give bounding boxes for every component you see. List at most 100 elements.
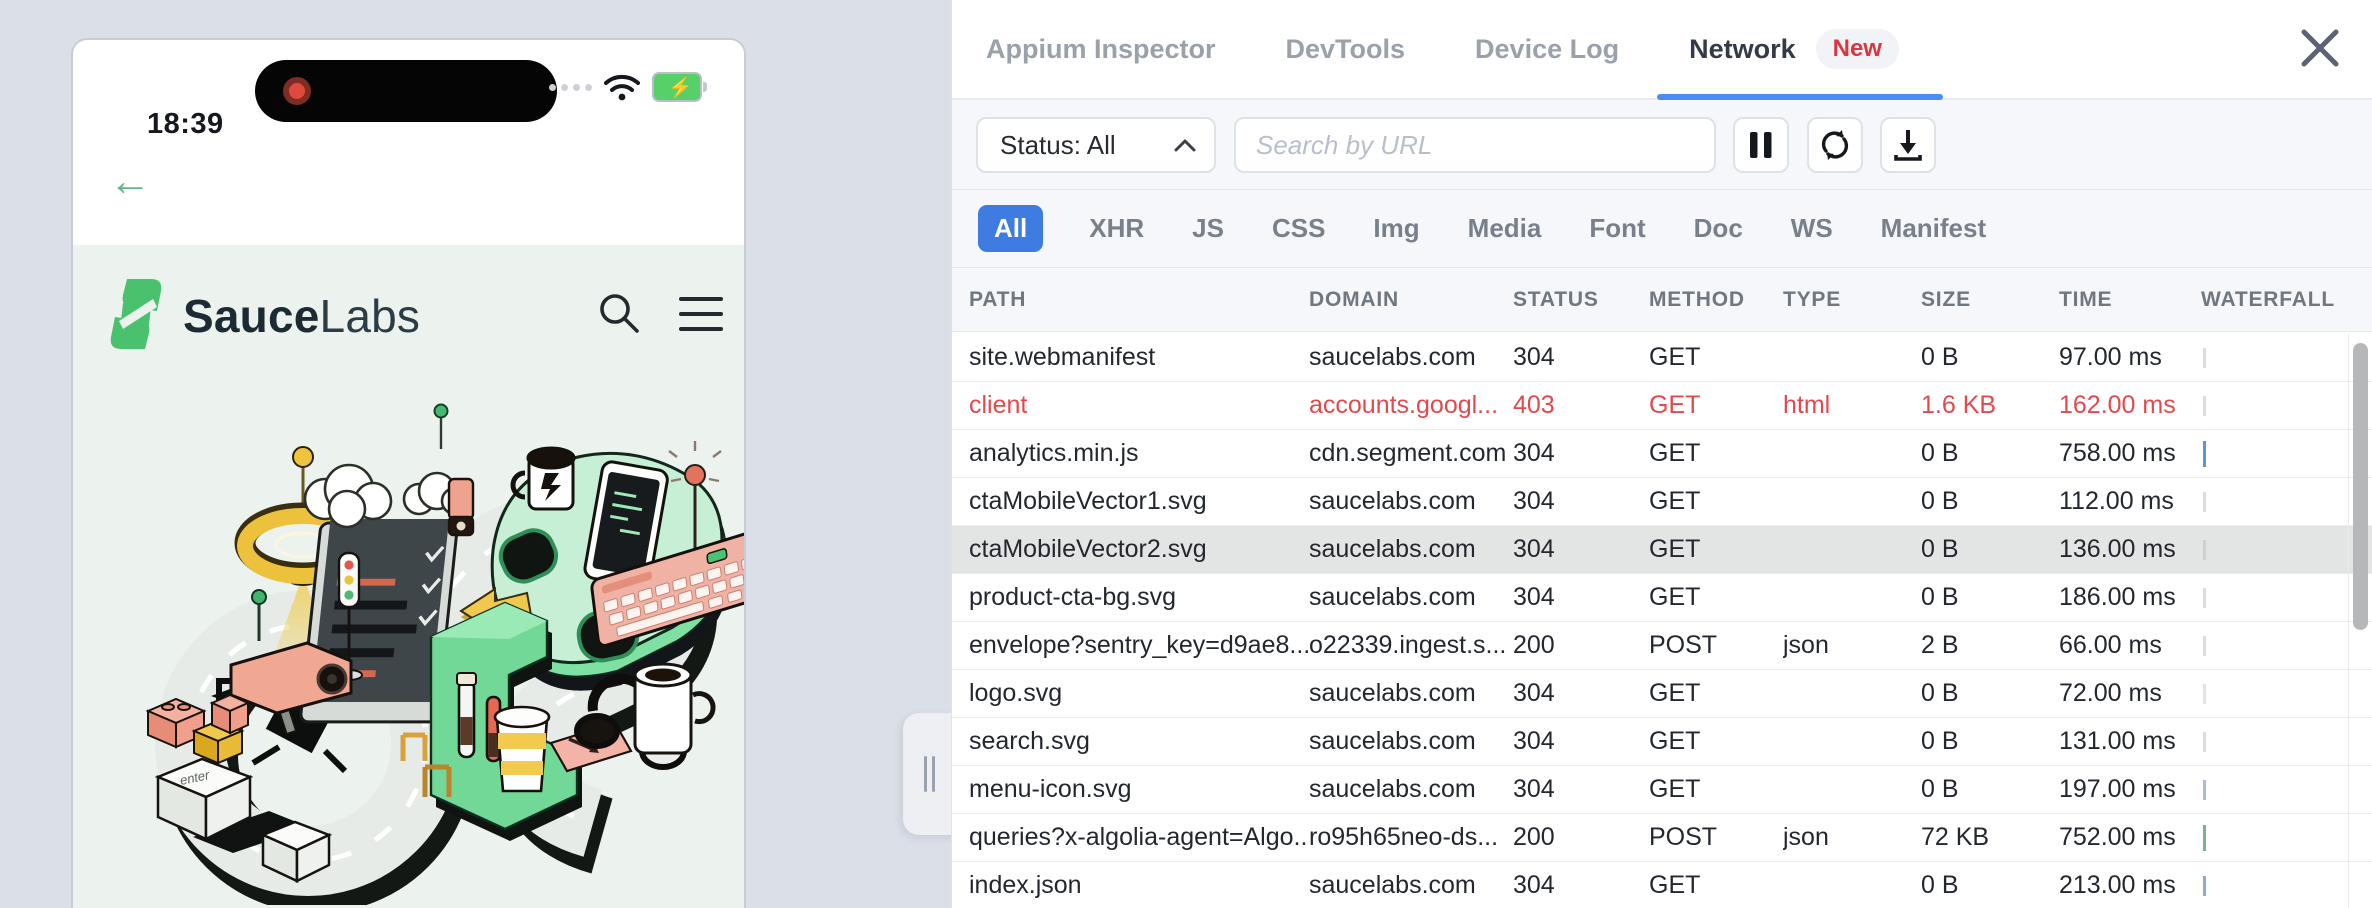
cell-type	[1783, 478, 1921, 525]
type-filter[interactable]: XHR	[1087, 205, 1146, 252]
hamburger-menu-icon[interactable]	[679, 297, 723, 331]
type-filter[interactable]: JS	[1190, 205, 1226, 252]
cell-method: GET	[1649, 718, 1783, 765]
table-row[interactable]: logo.svg saucelabs.com 304 GET 0 B 72.00…	[952, 670, 2372, 718]
cell-type	[1783, 766, 1921, 813]
cell-size: 0 B	[1921, 766, 2059, 813]
phone-screen[interactable]: 18:39 ⚡ ←	[71, 38, 746, 908]
cell-path: client	[969, 382, 1309, 429]
devtools-tab[interactable]: Appium Inspector	[986, 0, 1216, 98]
cell-time: 112.00 ms	[2059, 478, 2201, 525]
waterfall-tick	[2203, 732, 2206, 752]
status-filter-dropdown[interactable]: Status: All	[976, 117, 1216, 173]
table-row[interactable]: ctaMobileVector2.svg saucelabs.com 304 G…	[952, 526, 2372, 574]
back-arrow-icon[interactable]: ←	[109, 160, 151, 202]
waterfall-tick	[2203, 441, 2206, 467]
type-filter[interactable]: CSS	[1270, 205, 1327, 252]
cell-status: 304	[1513, 430, 1649, 477]
new-badge: New	[1816, 29, 1899, 69]
panel-resize-handle[interactable]	[903, 713, 957, 835]
cell-path: queries?x-algolia-agent=Algo...	[969, 814, 1309, 861]
cell-size: 0 B	[1921, 862, 2059, 908]
cell-status: 200	[1513, 814, 1649, 861]
cell-time: 197.00 ms	[2059, 766, 2201, 813]
waterfall-tick	[2203, 492, 2206, 512]
table-row[interactable]: product-cta-bg.svg saucelabs.com 304 GET…	[952, 574, 2372, 622]
type-filter[interactable]: All	[978, 205, 1043, 252]
download-button[interactable]	[1880, 117, 1936, 173]
pause-button[interactable]	[1733, 117, 1789, 173]
type-filter[interactable]: Img	[1371, 205, 1421, 252]
type-filter[interactable]: Font	[1587, 205, 1647, 252]
table-row[interactable]: search.svg saucelabs.com 304 GET 0 B 131…	[952, 718, 2372, 766]
table-row[interactable]: menu-icon.svg saucelabs.com 304 GET 0 B …	[952, 766, 2372, 814]
phone-status-bar: 18:39 ⚡	[73, 40, 744, 160]
table-row[interactable]: envelope?sentry_key=d9ae8... o22339.inge…	[952, 622, 2372, 670]
chevron-up-icon	[1174, 139, 1196, 152]
search-icon[interactable]	[597, 291, 641, 335]
devtools-tab[interactable]: Network New	[1689, 0, 1899, 98]
url-search-input[interactable]	[1234, 117, 1716, 173]
column-header[interactable]: TYPE	[1783, 288, 1921, 312]
cell-method: GET	[1649, 574, 1783, 621]
column-header[interactable]: TIME	[2059, 288, 2201, 312]
cell-type	[1783, 526, 1921, 573]
devtools-panel: Appium Inspector DevTools Device Log Net…	[951, 0, 2372, 908]
refresh-icon	[1818, 128, 1852, 162]
scrollbar-thumb[interactable]	[2353, 343, 2368, 630]
waterfall-tick	[2203, 348, 2206, 368]
table-row[interactable]: site.webmanifest saucelabs.com 304 GET 0…	[952, 334, 2372, 382]
cell-domain: o22339.ingest.s...	[1309, 622, 1513, 669]
cell-method: POST	[1649, 622, 1783, 669]
table-row[interactable]: client accounts.googl... 403 GET html 1.…	[952, 382, 2372, 430]
cell-waterfall	[2201, 814, 2372, 861]
cell-waterfall	[2201, 430, 2372, 477]
cell-method: GET	[1649, 862, 1783, 908]
waterfall-tick	[2203, 684, 2206, 704]
waterfall-tick	[2203, 396, 2206, 416]
cell-size: 0 B	[1921, 334, 2059, 381]
column-header[interactable]: PATH	[969, 288, 1309, 312]
cell-domain: saucelabs.com	[1309, 526, 1513, 573]
column-header[interactable]: METHOD	[1649, 288, 1783, 312]
column-header[interactable]: STATUS	[1513, 288, 1649, 312]
table-row[interactable]: queries?x-algolia-agent=Algo... ro95h65n…	[952, 814, 2372, 862]
refresh-button[interactable]	[1807, 117, 1863, 173]
type-filter[interactable]: Doc	[1692, 205, 1745, 252]
column-header[interactable]: WATERFALL	[2201, 288, 2372, 312]
type-filter[interactable]: WS	[1789, 205, 1835, 252]
devtools-tab[interactable]: DevTools	[1286, 0, 1406, 98]
cell-method: GET	[1649, 766, 1783, 813]
cell-size: 0 B	[1921, 574, 2059, 621]
status-time: 18:39	[147, 108, 224, 141]
cell-type	[1783, 670, 1921, 717]
type-filter[interactable]: Media	[1466, 205, 1544, 252]
cell-method: GET	[1649, 334, 1783, 381]
cell-path: ctaMobileVector2.svg	[969, 526, 1309, 573]
cell-size: 0 B	[1921, 718, 2059, 765]
request-table: site.webmanifest saucelabs.com 304 GET 0…	[952, 334, 2372, 908]
cell-path: product-cta-bg.svg	[969, 574, 1309, 621]
table-row[interactable]: index.json saucelabs.com 304 GET 0 B 213…	[952, 862, 2372, 908]
cell-waterfall	[2201, 526, 2372, 573]
app-stage: 18:39 ⚡ ←	[0, 0, 2372, 908]
brand-name: SauceLabs	[183, 289, 420, 343]
cell-status: 304	[1513, 526, 1649, 573]
table-row[interactable]: analytics.min.js cdn.segment.com 304 GET…	[952, 430, 2372, 478]
waterfall-tick	[2203, 825, 2206, 851]
cell-status: 304	[1513, 478, 1649, 525]
cell-path: logo.svg	[969, 670, 1309, 717]
column-header[interactable]: DOMAIN	[1309, 288, 1513, 312]
devtools-tab[interactable]: Device Log	[1475, 0, 1619, 98]
wifi-icon	[604, 73, 640, 101]
cell-status: 304	[1513, 574, 1649, 621]
site-header: SauceLabs	[73, 245, 744, 395]
cell-method: GET	[1649, 526, 1783, 573]
column-header[interactable]: SIZE	[1921, 288, 2059, 312]
cell-type: json	[1783, 622, 1921, 669]
type-filter[interactable]: Manifest	[1879, 205, 1988, 252]
close-icon[interactable]	[2296, 24, 2344, 72]
table-row[interactable]: ctaMobileVector1.svg saucelabs.com 304 G…	[952, 478, 2372, 526]
cell-time: 758.00 ms	[2059, 430, 2201, 477]
cell-time: 752.00 ms	[2059, 814, 2201, 861]
